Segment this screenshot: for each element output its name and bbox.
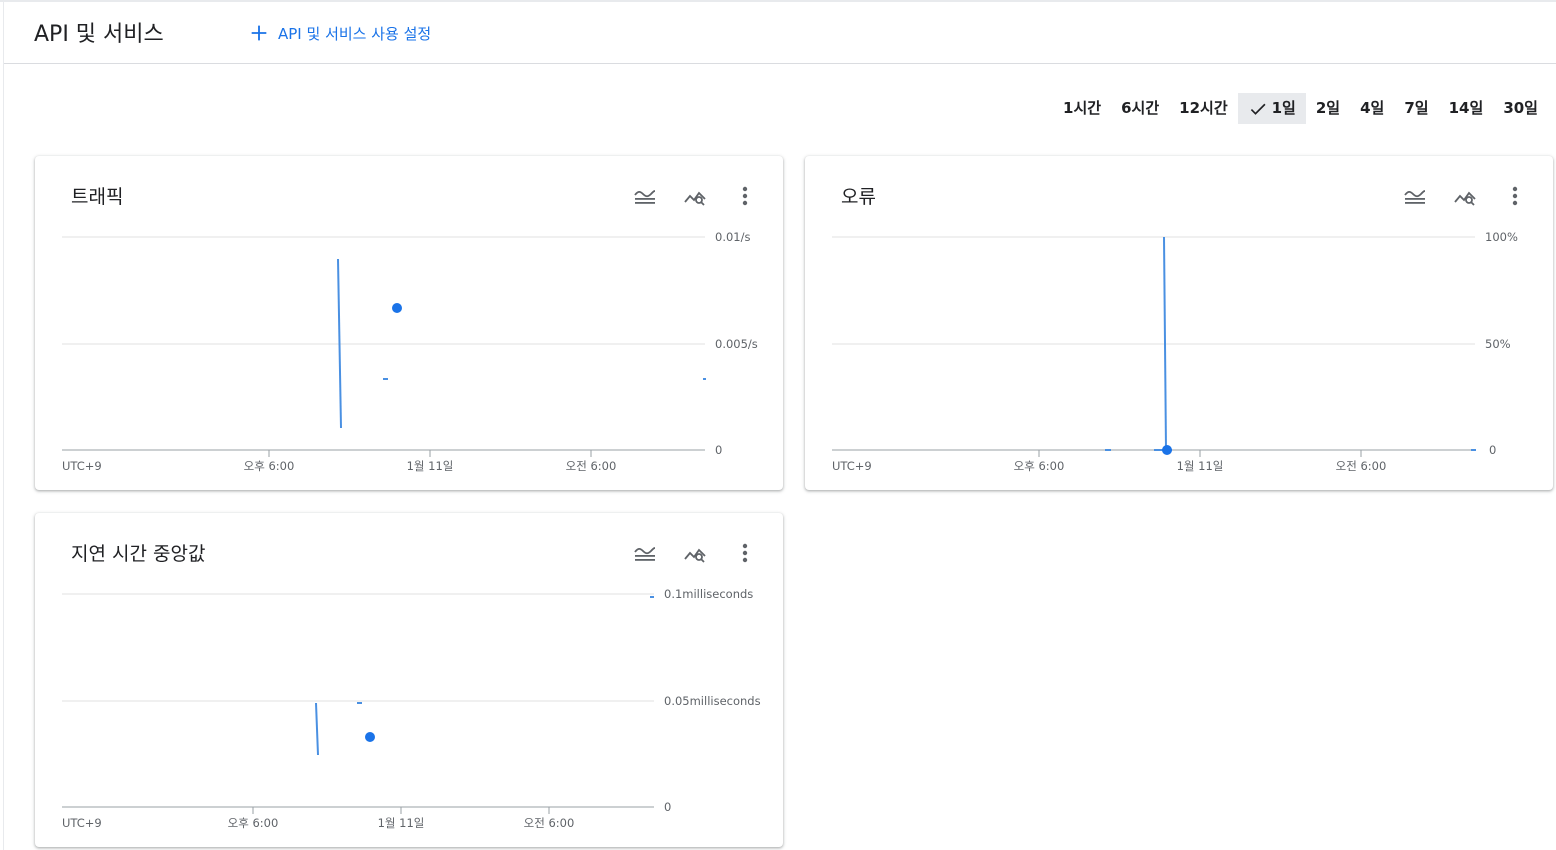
latency-plot: 0.1milliseconds 0.05milliseconds 0 UTC+9… [62,587,761,830]
x-tick-label: 1월 11일 [1177,459,1224,473]
x-tick-label: 오후 6:00 [244,459,295,473]
errors-plot: 100% 50% 0 UTC+9 오후 6:00 1월 11일 오전 6:00 [832,230,1518,473]
left-border [3,2,4,850]
time-range-14d[interactable]: 14일 [1439,93,1494,124]
y-tick-label: 0.1milliseconds [664,587,753,601]
errors-chart-card: 오류 100% 50% 0 UTC+9 오후 6:00 1월 11일 오전 6:… [805,156,1553,490]
x-tick-label: 1월 11일 [378,816,425,830]
time-range-7d[interactable]: 7일 [1394,93,1438,124]
traffic-chart-card: 트래픽 0.01/s 0.005/s 0 UTC+9 오후 6:00 1월 11… [35,156,783,490]
y-tick-label: 0.01/s [715,230,750,244]
plus-icon [251,25,267,41]
y-tick-label: 0.005/s [715,337,758,351]
data-point[interactable] [1162,445,1172,455]
x-tick-label: 1월 11일 [407,459,454,473]
time-range-1h[interactable]: 1시간 [1053,93,1111,124]
time-range-6h[interactable]: 6시간 [1111,93,1169,124]
time-range-1d-label: 1일 [1271,99,1296,117]
y-tick-label: 0.05milliseconds [664,694,761,708]
time-range-30d[interactable]: 30일 [1493,93,1548,124]
series-line [1163,236,1167,451]
latency-chart-card: 지연 시간 중앙값 0.1milliseconds 0.05millisecon… [35,513,783,847]
time-range-4d[interactable]: 4일 [1350,93,1394,124]
y-tick-label: 0 [664,800,671,814]
y-tick-label: 50% [1485,337,1511,351]
page-header: API 및 서비스 API 및 서비스 사용 설정 [4,2,1556,64]
time-range-2d[interactable]: 2일 [1306,93,1350,124]
traffic-plot: 0.01/s 0.005/s 0 UTC+9 오후 6:00 1월 11일 오전… [62,230,758,473]
x-tick-label: 오전 6:00 [524,816,575,830]
x-tick-label: UTC+9 [62,459,102,473]
x-tick-label: UTC+9 [62,816,102,830]
series-line [315,702,319,756]
page-title: API 및 서비스 [34,22,164,47]
check-icon [1250,103,1266,115]
y-tick-label: 0 [715,443,722,457]
time-range-12h[interactable]: 12시간 [1169,93,1237,124]
x-tick-label: 오전 6:00 [1336,459,1387,473]
x-tick-label: 오전 6:00 [566,459,617,473]
x-tick-label: UTC+9 [832,459,872,473]
data-point[interactable] [365,732,375,742]
data-point[interactable] [392,303,402,313]
time-range-1d[interactable]: 1일 [1237,93,1306,124]
enable-apis-label: API 및 서비스 사용 설정 [278,24,432,43]
y-tick-label: 0 [1489,443,1496,457]
y-tick-label: 100% [1485,230,1518,244]
enable-apis-button[interactable]: API 및 서비스 사용 설정 [248,19,431,47]
time-range-selector: 1시간 6시간 12시간 1일 2일 4일 7일 14일 30일 [1053,93,1548,124]
x-tick-label: 오후 6:00 [1014,459,1065,473]
x-tick-label: 오후 6:00 [228,816,279,830]
